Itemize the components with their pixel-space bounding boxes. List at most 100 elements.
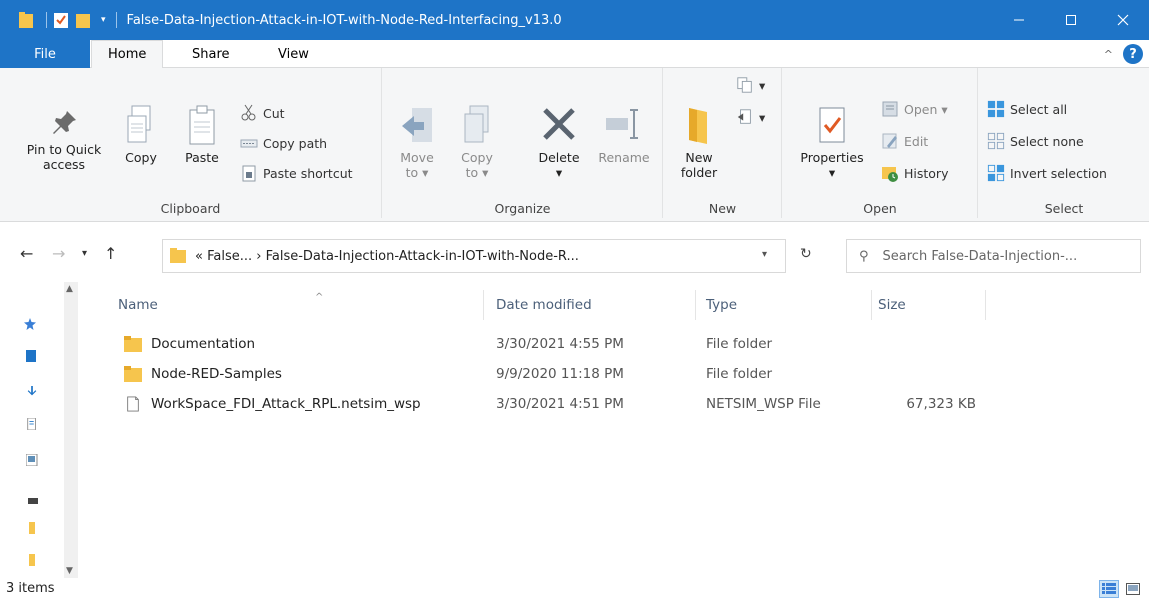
move-to-button[interactable]: Move to ▾ [395,104,439,180]
collapse-ribbon-icon[interactable]: ^ [1104,48,1113,61]
minimize-icon [1014,19,1024,21]
up-arrow-icon[interactable]: ↑ [104,244,117,263]
invert-selection-button[interactable]: Invert selection [987,164,1107,182]
delete-label: Delete [538,150,580,165]
toolbar-separator [115,12,117,28]
move-to-label-2: to ▾ [405,165,429,180]
properties-check-icon[interactable] [53,11,69,29]
properties-button[interactable]: Properties ▾ [791,104,873,180]
paste-shortcut-button[interactable]: Paste shortcut [240,164,353,182]
minimize-button[interactable] [993,0,1045,40]
pin-quick-access-button[interactable]: Pin to Quick access [14,108,114,172]
new-folder-icon[interactable] [75,11,91,29]
new-folder-label-1: New [685,150,713,165]
scroll-up-icon[interactable]: ▲ [66,284,73,294]
file-size [878,331,978,357]
ribbon-right-controls: ^ ? [1104,44,1143,64]
move-to-icon [402,108,432,142]
large-icons-view-button[interactable] [1123,580,1143,598]
large-icons-view-icon [1126,583,1140,595]
edit-button[interactable]: Edit [881,132,928,150]
tab-view[interactable]: View [278,40,309,68]
details-view-icon [1102,583,1116,594]
select-all-icon [987,100,1005,118]
move-to-label-1: Move [400,150,434,165]
pin-label-1: Pin to Quick [26,142,102,157]
details-view-button[interactable] [1099,580,1119,598]
column-header-name[interactable]: Name ^ [112,290,484,320]
navigation-scrollbar[interactable]: ▲ ▼ [64,282,78,578]
new-folder-icon [689,108,707,144]
scroll-down-icon[interactable]: ▼ [66,566,73,576]
pin-label-2: access [42,157,86,172]
documents-icon[interactable] [26,418,38,430]
view-buttons [1095,580,1143,598]
customize-toolbar-icon[interactable]: ▾ [101,15,106,25]
easy-access-button[interactable]: ▾ [736,108,765,126]
paste-button[interactable]: Paste [178,104,226,165]
new-folder-button[interactable]: New folder [674,104,724,180]
rename-label: Rename [598,150,650,165]
copy-to-label-1: Copy [461,150,493,165]
file-name: Documentation [151,336,256,352]
rename-button[interactable]: Rename [593,104,655,165]
select-all-button[interactable]: Select all [987,100,1067,118]
back-arrow-icon[interactable]: ← [20,244,33,263]
folder-icon[interactable] [26,522,38,534]
select-all-label: Select all [1010,101,1068,117]
table-row[interactable]: WorkSpace_FDI_Attack_RPL.netsim_wsp 3/30… [78,391,1078,417]
folder-icon[interactable] [18,11,34,29]
column-header-size[interactable]: Size [872,290,986,320]
organize-group: Move to ▾ Copy to ▾ Delete ▾ Rename Orga… [383,68,663,218]
table-row[interactable]: Node-RED-Samples 9/9/2020 11:18 PM File … [78,361,1078,387]
maximize-icon [1066,15,1076,25]
open-group: Properties ▾ Open ▾ Edit History Open [783,68,978,218]
select-none-button[interactable]: Select none [987,132,1084,150]
tab-share[interactable]: Share [192,40,230,68]
folder-icon[interactable] [26,554,38,566]
copy-path-button[interactable]: Copy path [240,134,327,152]
file-name-cell: Node-RED-Samples [124,361,282,387]
address-bar[interactable]: « False... › False-Data-Injection-Attack… [162,239,786,273]
copy-to-button[interactable]: Copy to ▾ [455,104,499,180]
status-bar: 3 items [0,578,1149,600]
toolbar-separator [46,12,47,28]
history-button[interactable]: History [881,164,948,182]
copy-to-label-2: to ▾ [465,165,489,180]
column-header-date[interactable]: Date modified [490,290,696,320]
help-icon[interactable]: ? [1123,44,1143,64]
new-item-button[interactable]: ▾ [736,76,765,94]
table-row[interactable]: Documentation 3/30/2021 4:55 PM File fol… [78,331,1078,357]
cut-button[interactable]: Cut [240,104,285,122]
column-header-type[interactable]: Type [700,290,872,320]
properties-dropdown-icon[interactable]: ▾ [829,165,835,180]
file-name: Node-RED-Samples [151,366,282,382]
copy-icon [127,105,151,143]
drive-icon[interactable] [28,496,40,508]
forward-arrow-icon[interactable]: → [52,244,65,263]
tab-home[interactable]: Home [91,40,164,69]
column-size-label: Size [878,297,906,313]
delete-button[interactable]: Delete ▾ [531,104,587,180]
navigation-bar: ← → ▾ ↑ « False... › False-Data-Injectio… [0,222,1149,282]
maximize-button[interactable] [1045,0,1097,40]
close-button[interactable] [1097,0,1149,40]
open-button[interactable]: Open ▾ [881,100,948,118]
search-input[interactable]: Search False-Data-Injection-... [883,249,1078,264]
desktop-icon[interactable] [26,350,38,362]
downloads-icon[interactable] [26,386,38,398]
refresh-icon[interactable]: ↻ [800,246,812,262]
delete-dropdown-icon[interactable]: ▾ [556,165,562,180]
recent-locations-icon[interactable]: ▾ [82,248,87,259]
quick-access-star-icon[interactable] [24,318,36,330]
tab-file[interactable]: File [0,40,90,68]
pictures-icon[interactable] [26,454,38,466]
paste-shortcut-icon [240,164,258,182]
invert-selection-icon [987,164,1005,182]
paste-icon [189,105,215,145]
navigation-pane: ▲ ▼ [0,282,78,578]
copy-button[interactable]: Copy [118,104,164,165]
address-dropdown-icon[interactable]: ▾ [762,249,767,260]
search-box[interactable]: ⚲ Search False-Data-Injection-... [846,239,1141,273]
ribbon-home: Pin to Quick access Copy Paste Cut Copy … [0,68,1149,222]
